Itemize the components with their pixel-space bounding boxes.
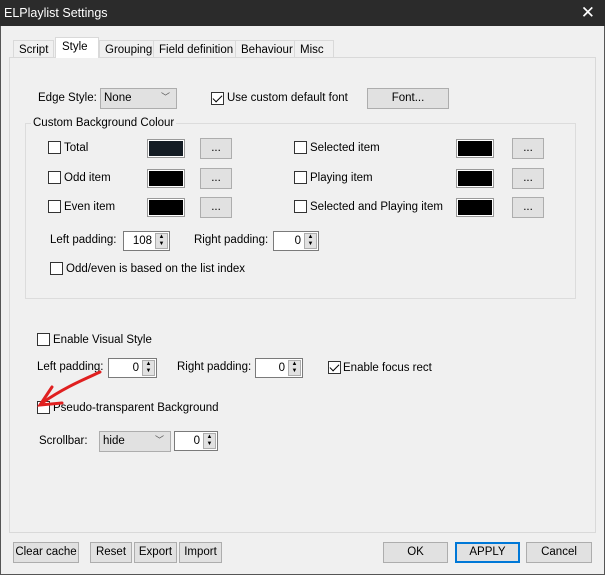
font-button[interactable]: Font... <box>367 88 449 109</box>
total-label: Total <box>64 142 89 154</box>
chevron-down-icon: ﹀ <box>160 92 170 102</box>
tab-label: Style <box>62 41 88 53</box>
close-icon[interactable]: ✕ <box>581 3 595 23</box>
spinner-arrows-icon[interactable]: ▲ ▼ <box>304 233 317 249</box>
export-button[interactable]: Export <box>134 542 177 563</box>
tab-grouping[interactable]: Grouping <box>99 40 159 58</box>
tab-behaviour[interactable]: Behaviour <box>235 40 299 58</box>
selected-item-color-swatch <box>456 139 494 158</box>
reset-button[interactable]: Reset <box>90 542 132 563</box>
edge-style-value: None <box>104 92 132 104</box>
focus-rect-label: Enable focus rect <box>343 362 432 374</box>
spinner-value: 0 <box>294 235 301 247</box>
spinner-value: 108 <box>132 235 152 247</box>
odd-item-color-swatch <box>147 169 185 188</box>
selected-playing-color-button[interactable]: ... <box>512 197 544 218</box>
visual-style-label: Enable Visual Style <box>53 334 152 346</box>
playing-item-checkbox[interactable] <box>294 171 307 184</box>
playing-item-color-swatch <box>456 169 494 188</box>
odd-item-checkbox[interactable] <box>48 171 61 184</box>
scrollbar-label: Scrollbar: <box>39 435 88 447</box>
spinner-arrows-icon[interactable]: ▲ ▼ <box>203 433 216 449</box>
spinner-arrows-icon[interactable]: ▲ ▼ <box>155 233 168 249</box>
group-label: Custom Background Colour <box>31 117 177 129</box>
group-left-padding-label: Left padding: <box>50 234 117 246</box>
group-right-padding-spinner[interactable]: 0 ▲ ▼ <box>273 231 319 251</box>
total-checkbox[interactable] <box>48 141 61 154</box>
scrollbar-value: hide <box>103 435 125 447</box>
custom-font-label: Use custom default font <box>227 92 348 104</box>
tab-misc[interactable]: Misc <box>294 40 334 58</box>
right-padding-spinner[interactable]: 0 ▲ ▼ <box>255 358 303 378</box>
odd-item-color-button[interactable]: ... <box>200 168 232 189</box>
tab-label: Behaviour <box>241 44 293 56</box>
spinner-value: 0 <box>193 435 200 447</box>
clear-cache-button[interactable]: Clear cache <box>13 542 79 563</box>
import-button[interactable]: Import <box>179 542 222 563</box>
selected-item-color-button[interactable]: ... <box>512 138 544 159</box>
even-item-label: Even item <box>64 201 116 213</box>
selected-playing-label: Selected and Playing item <box>310 201 443 213</box>
title-bar: ELPlaylist Settings ✕ <box>0 0 605 26</box>
odd-even-checkbox[interactable] <box>50 262 63 275</box>
tab-style[interactable]: Style <box>55 37 99 58</box>
chevron-down-icon: ﹀ <box>154 435 164 445</box>
total-color-swatch <box>147 139 185 158</box>
spinner-arrows-icon[interactable]: ▲ ▼ <box>142 360 155 376</box>
ok-button[interactable]: OK <box>383 542 448 563</box>
tab-field-definition[interactable]: Field definition <box>153 40 240 58</box>
even-item-checkbox[interactable] <box>48 200 61 213</box>
red-arrow-annotation-icon <box>37 370 102 407</box>
even-item-color-button[interactable]: ... <box>200 197 232 218</box>
left-padding-spinner[interactable]: 0 ▲ ▼ <box>108 358 157 378</box>
apply-button[interactable]: APPLY <box>455 542 520 563</box>
group-right-padding-label: Right padding: <box>194 234 269 246</box>
edge-style-label: Edge Style: <box>38 92 97 104</box>
scrollbar-select[interactable]: hide ﹀ <box>99 431 171 452</box>
tab-label: Field definition <box>159 44 234 56</box>
cancel-button[interactable]: Cancel <box>526 542 592 563</box>
total-color-button[interactable]: ... <box>200 138 232 159</box>
odd-item-label: Odd item <box>64 172 111 184</box>
tab-script[interactable]: Script <box>13 40 55 58</box>
scrollbar-spinner[interactable]: 0 ▲ ▼ <box>174 431 218 451</box>
right-padding-label: Right padding: <box>177 361 252 373</box>
window-title: ELPlaylist Settings <box>4 6 108 20</box>
spinner-value: 0 <box>132 362 139 374</box>
spinner-value: 0 <box>278 362 285 374</box>
tab-label: Grouping <box>105 44 153 56</box>
spinner-arrows-icon[interactable]: ▲ ▼ <box>288 360 301 376</box>
even-item-color-swatch <box>147 198 185 217</box>
edge-style-select[interactable]: None ﹀ <box>100 88 177 109</box>
odd-even-label: Odd/even is based on the list index <box>66 263 246 275</box>
selected-playing-checkbox[interactable] <box>294 200 307 213</box>
group-left-padding-spinner[interactable]: 108 ▲ ▼ <box>123 231 170 251</box>
custom-font-checkbox[interactable] <box>211 92 224 105</box>
playing-item-label: Playing item <box>310 172 373 184</box>
playing-item-color-button[interactable]: ... <box>512 168 544 189</box>
focus-rect-checkbox[interactable] <box>328 361 341 374</box>
selected-item-label: Selected item <box>310 142 380 154</box>
tab-label: Script <box>19 44 49 56</box>
selected-playing-color-swatch <box>456 198 494 217</box>
visual-style-checkbox[interactable] <box>37 333 50 346</box>
tab-label: Misc <box>300 44 324 56</box>
selected-item-checkbox[interactable] <box>294 141 307 154</box>
